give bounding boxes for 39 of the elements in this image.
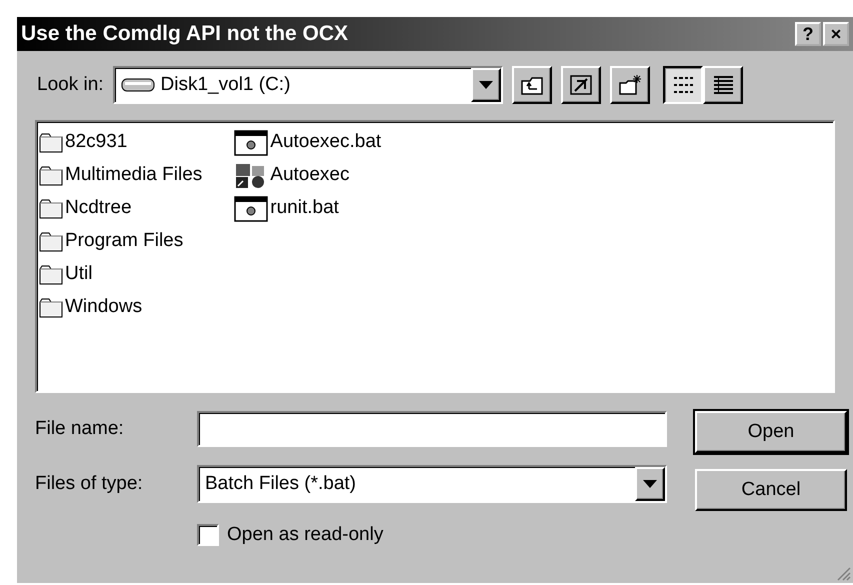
- field-label: File name:: [35, 416, 125, 441]
- folder-icon: [39, 198, 63, 218]
- desktop-icon: [568, 73, 593, 97]
- list-view-button[interactable]: [662, 66, 703, 104]
- checkbox-label[interactable]: Open as read-only: [227, 521, 384, 550]
- folder-icon: [39, 232, 63, 252]
- field-label: Files of type:: [35, 472, 144, 496]
- checkbox[interactable]: [197, 524, 219, 546]
- file-name[interactable]: Windows: [65, 293, 142, 322]
- file-name[interactable]: Ncdtree: [65, 194, 132, 223]
- file-name[interactable]: Multimedia Files: [65, 161, 202, 190]
- new-folder-button[interactable]: [610, 66, 650, 104]
- field-label: Look in:: [37, 72, 104, 97]
- folder-icon: [39, 132, 63, 152]
- cancel-button[interactable]: Cancel: [695, 469, 847, 511]
- batch-file-icon: [234, 130, 268, 156]
- close-button[interactable]: ×: [823, 22, 849, 46]
- resize-grip-icon: [835, 565, 851, 581]
- open-button[interactable]: Open: [695, 411, 847, 453]
- up-folder-button[interactable]: [512, 66, 552, 104]
- folder-icon: [39, 298, 63, 318]
- file-name-field[interactable]: [197, 411, 667, 447]
- new-folder-icon: [618, 73, 642, 97]
- window-title: Use the Comdlg API not the OCX: [21, 21, 350, 48]
- folder-icon: [39, 264, 63, 284]
- file-type-dropdown[interactable]: Batch Files (*.bat): [197, 465, 667, 503]
- file-name[interactable]: 82c931: [65, 128, 128, 157]
- file-name[interactable]: Program Files: [65, 227, 184, 256]
- file-name[interactable]: Util: [65, 260, 92, 289]
- desktop-button[interactable]: [560, 66, 601, 104]
- look-in-dropdown[interactable]: Disk1_vol1 (C:): [112, 66, 503, 104]
- help-button[interactable]: ?: [795, 22, 821, 46]
- drive-icon: [120, 78, 155, 92]
- details-view-button[interactable]: [702, 66, 743, 104]
- file-name[interactable]: Autoexec: [270, 161, 350, 190]
- folder-icon: [39, 166, 63, 186]
- file-name[interactable]: runit.bat: [270, 194, 339, 223]
- batch-file-icon: [234, 196, 268, 222]
- file-name[interactable]: Autoexec.bat: [270, 128, 382, 157]
